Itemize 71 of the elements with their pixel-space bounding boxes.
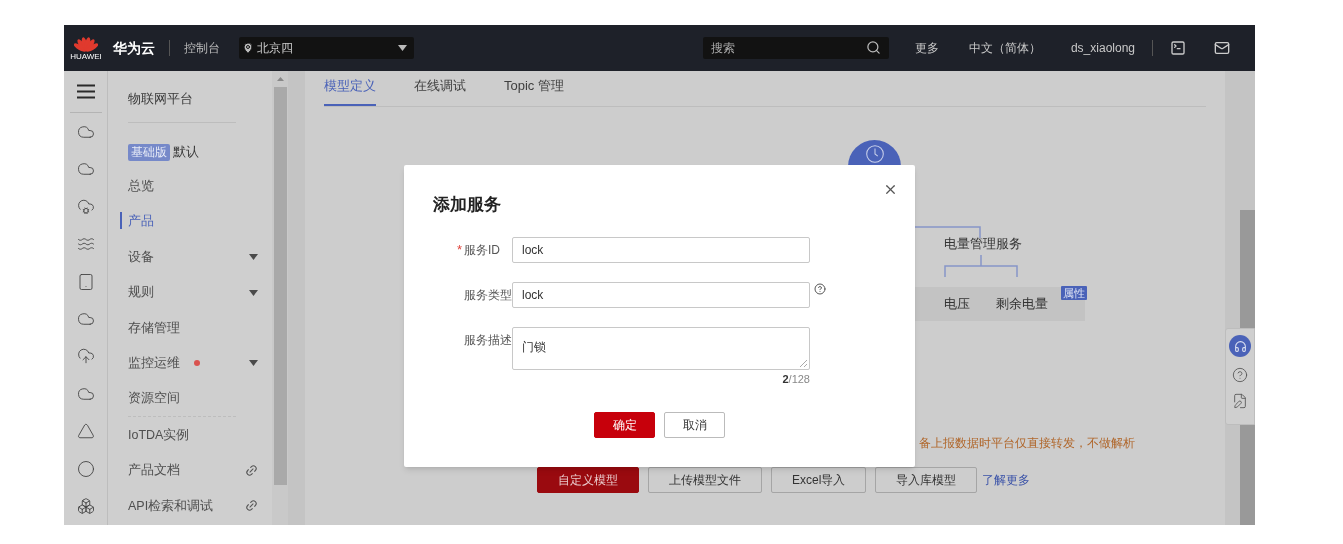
nav-item[interactable]: 规则 [128,283,154,302]
dialog-title: 添加服务 [433,194,501,216]
caret-icon [398,45,407,51]
text-field[interactable]: lock [512,237,810,263]
required-mark: * [456,240,462,259]
service-icon[interactable] [76,347,95,366]
caret-icon [249,360,258,367]
resize-handle-icon[interactable] [800,360,807,367]
menu-icon[interactable] [76,84,95,99]
close-icon[interactable] [883,182,898,197]
header-link[interactable]: 中文（简体） [968,39,1041,57]
help-icon[interactable] [1232,367,1248,383]
service-icon[interactable] [76,123,95,141]
console-link[interactable]: 控制台 [184,39,220,57]
nav-item[interactable]: 产品文档 [128,461,180,480]
edit-icon[interactable] [1232,393,1248,409]
service-icon[interactable] [76,197,95,216]
service-icon[interactable] [76,459,95,478]
dialog-button[interactable]: 取消 [664,412,725,438]
tab[interactable]: 在线调试 [414,75,466,106]
nav-item[interactable]: 设备 [128,247,154,267]
action-button[interactable]: 导入库模型 [875,467,978,493]
field-label: 服务描述 [464,331,512,349]
character-counter: 2/128 [781,372,810,387]
field-label: 服务ID [464,241,501,259]
caret-icon [249,254,258,261]
tab[interactable]: Topic 管理 [504,75,564,106]
search-icon[interactable] [865,40,881,55]
nav-item[interactable]: 资源空间 [128,389,180,409]
property-label: 剩余电量 [996,295,1048,314]
gauge-icon [865,145,884,163]
search-field[interactable]: 搜索 [702,37,889,59]
learn-more-link[interactable]: 了解更多 [982,471,1031,489]
nav-item[interactable]: 产品 [128,212,154,232]
scrollbar-thumb[interactable] [273,87,287,485]
tab[interactable]: 模型定义 [324,75,376,106]
caret-icon [249,289,258,296]
edition-badge: 基础版 [128,143,170,161]
text-field[interactable]: lock [512,282,810,308]
nav-item[interactable]: 总览 [128,177,154,196]
help-icon[interactable] [814,283,826,295]
logo-text: HUAWEI [70,52,102,61]
notice-text: 备上报数据时平台仅直接转发，不做解析 [919,435,1135,452]
description-field[interactable]: 门锁 [512,327,810,370]
action-button[interactable]: 自定义模型 [537,467,639,493]
logo-icon [74,35,98,52]
service-label: 电量管理服务 [944,235,1022,253]
action-button[interactable]: 上传模型文件 [648,467,762,493]
property-tag: 属性 [1061,286,1087,300]
location-icon [242,42,254,54]
header-link[interactable]: ds_xiaolong [1070,39,1135,57]
nav-item[interactable]: 监控运维 [128,354,180,373]
nav-item[interactable]: 存储管理 [128,318,180,338]
brand-name: 华为云 [113,38,155,58]
service-icon[interactable] [76,496,95,515]
nav-title: 物联网平台 [128,90,194,108]
service-icon[interactable] [76,422,95,441]
service-icon[interactable] [76,272,95,291]
property-label: 电压 [944,295,970,314]
terminal-icon[interactable] [1170,40,1186,56]
nav-item[interactable]: API检索和调试 [128,496,214,516]
nav-item[interactable]: IoTDA实例 [128,425,190,445]
dialog-button[interactable]: 确定 [594,412,655,438]
mail-icon[interactable] [1214,40,1230,56]
header-link[interactable]: 更多 [914,39,939,57]
scroll-up-icon[interactable] [276,77,284,81]
action-button[interactable]: Excel导入 [771,467,867,493]
field-label: 服务类型 [464,286,512,304]
edition-name: 默认 [173,144,199,161]
region-select[interactable]: 北京四 [239,37,414,59]
support-icon[interactable] [1229,335,1251,357]
